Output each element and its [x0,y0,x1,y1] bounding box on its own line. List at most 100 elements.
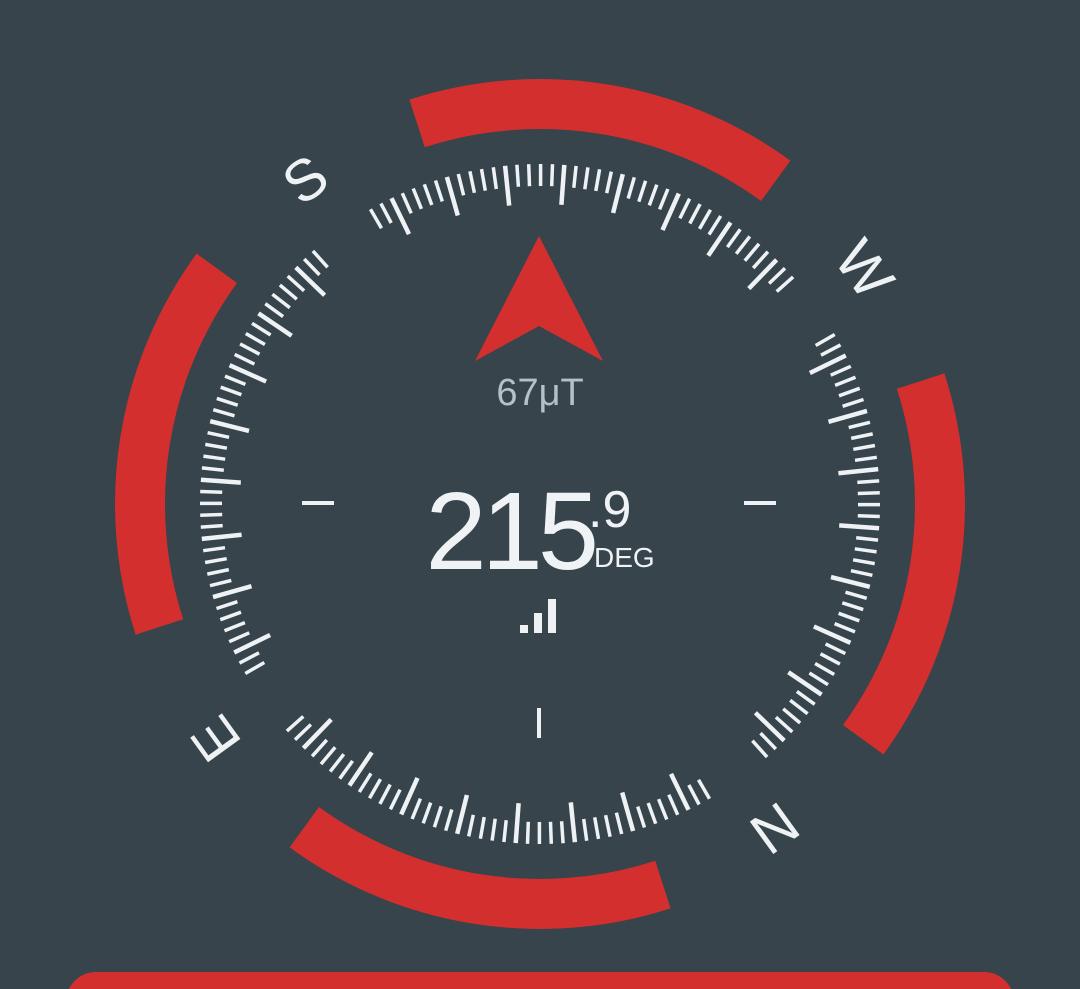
major-tick [753,711,786,743]
major-tick [838,466,879,476]
minor-tick [820,343,842,357]
minor-tick [278,283,298,301]
minor-tick [583,167,590,190]
minor-tick [646,802,658,825]
minor-tick [244,331,266,347]
minor-tick [845,590,868,600]
minor-tick [203,454,226,461]
minor-tick [696,778,712,800]
minor-tick [215,600,238,611]
minor-tick [824,642,847,656]
major-tick [209,419,250,434]
minor-tick [857,513,880,519]
minor-tick [848,420,871,430]
minor-tick [572,165,578,188]
minor-tick [302,257,321,277]
minor-tick [856,536,879,542]
minor-tick [212,408,235,418]
minor-tick [592,816,601,840]
minor-tick [209,578,232,588]
accuracy-bar-1 [520,625,528,633]
minor-tick [626,176,636,199]
minor-tick [239,342,261,356]
minor-tick [854,455,878,463]
minor-tick [829,364,852,377]
minor-tick [379,202,393,224]
minor-tick [774,715,794,734]
cardinal-label-west: W [822,228,907,311]
accuracy-bar-3 [548,599,556,633]
minor-tick [604,171,614,194]
minor-tick [594,168,602,192]
minor-tick [697,208,713,230]
minor-tick [328,753,346,773]
minor-tick [220,385,242,397]
minor-tick [433,179,444,202]
minor-tick [795,689,816,706]
cardinal-label-east: E [178,704,253,773]
minor-tick [319,746,337,766]
major-tick [301,717,333,750]
minor-tick [264,302,285,319]
minor-tick [204,442,228,450]
minor-tick [233,352,256,366]
minor-tick [857,479,880,485]
minor-tick [657,188,670,211]
minor-tick [525,821,531,844]
minor-tick [688,203,702,225]
minor-tick [228,631,251,644]
minor-tick [216,396,239,407]
major-tick [830,574,871,589]
minor-tick [200,523,223,529]
minor-tick [468,170,477,194]
cardinal-label-south: S [271,142,340,217]
major-tick [747,258,779,291]
minor-tick [422,183,434,206]
compass-screen: S W N E 67μT 215 .9 DEG [0,0,1080,989]
minor-tick [814,661,836,677]
minor-tick [782,707,802,725]
minor-tick [491,166,499,190]
minor-tick [251,321,272,337]
minor-tick [223,620,246,633]
minor-tick [581,818,589,842]
bottom-action-button[interactable] [66,972,1014,989]
minor-tick [603,814,612,838]
minor-tick [842,397,865,408]
minor-tick [293,723,313,742]
major-tick [513,803,521,844]
minor-tick [743,242,761,262]
minor-tick [238,651,260,665]
accuracy-bar-2 [534,613,542,633]
major-tick [455,794,470,835]
minor-tick [759,731,778,751]
minor-tick [207,430,230,440]
minor-tick [388,788,402,811]
minor-tick [378,783,392,805]
minor-tick [767,266,787,285]
heading-degrees-integer: 215 [425,470,599,593]
minor-tick [421,802,433,824]
minor-tick [444,809,454,832]
minor-tick [852,558,876,566]
minor-tick [789,698,809,716]
minor-tick [548,821,554,844]
major-tick [294,265,327,297]
minor-tick [838,386,861,398]
minor-tick [271,292,291,310]
minor-tick [636,806,647,829]
major-tick [212,584,253,600]
minor-tick [833,621,856,634]
minor-tick [410,797,423,820]
major-tick [620,791,636,832]
minor-tick [725,228,742,249]
minor-tick [219,610,242,622]
minor-tick [338,759,355,780]
major-tick [559,164,567,205]
minor-tick [515,164,521,187]
minor-tick [285,715,305,733]
minor-tick [367,778,383,800]
major-tick [610,173,625,214]
minor-tick [647,184,659,206]
minor-tick [411,187,424,210]
